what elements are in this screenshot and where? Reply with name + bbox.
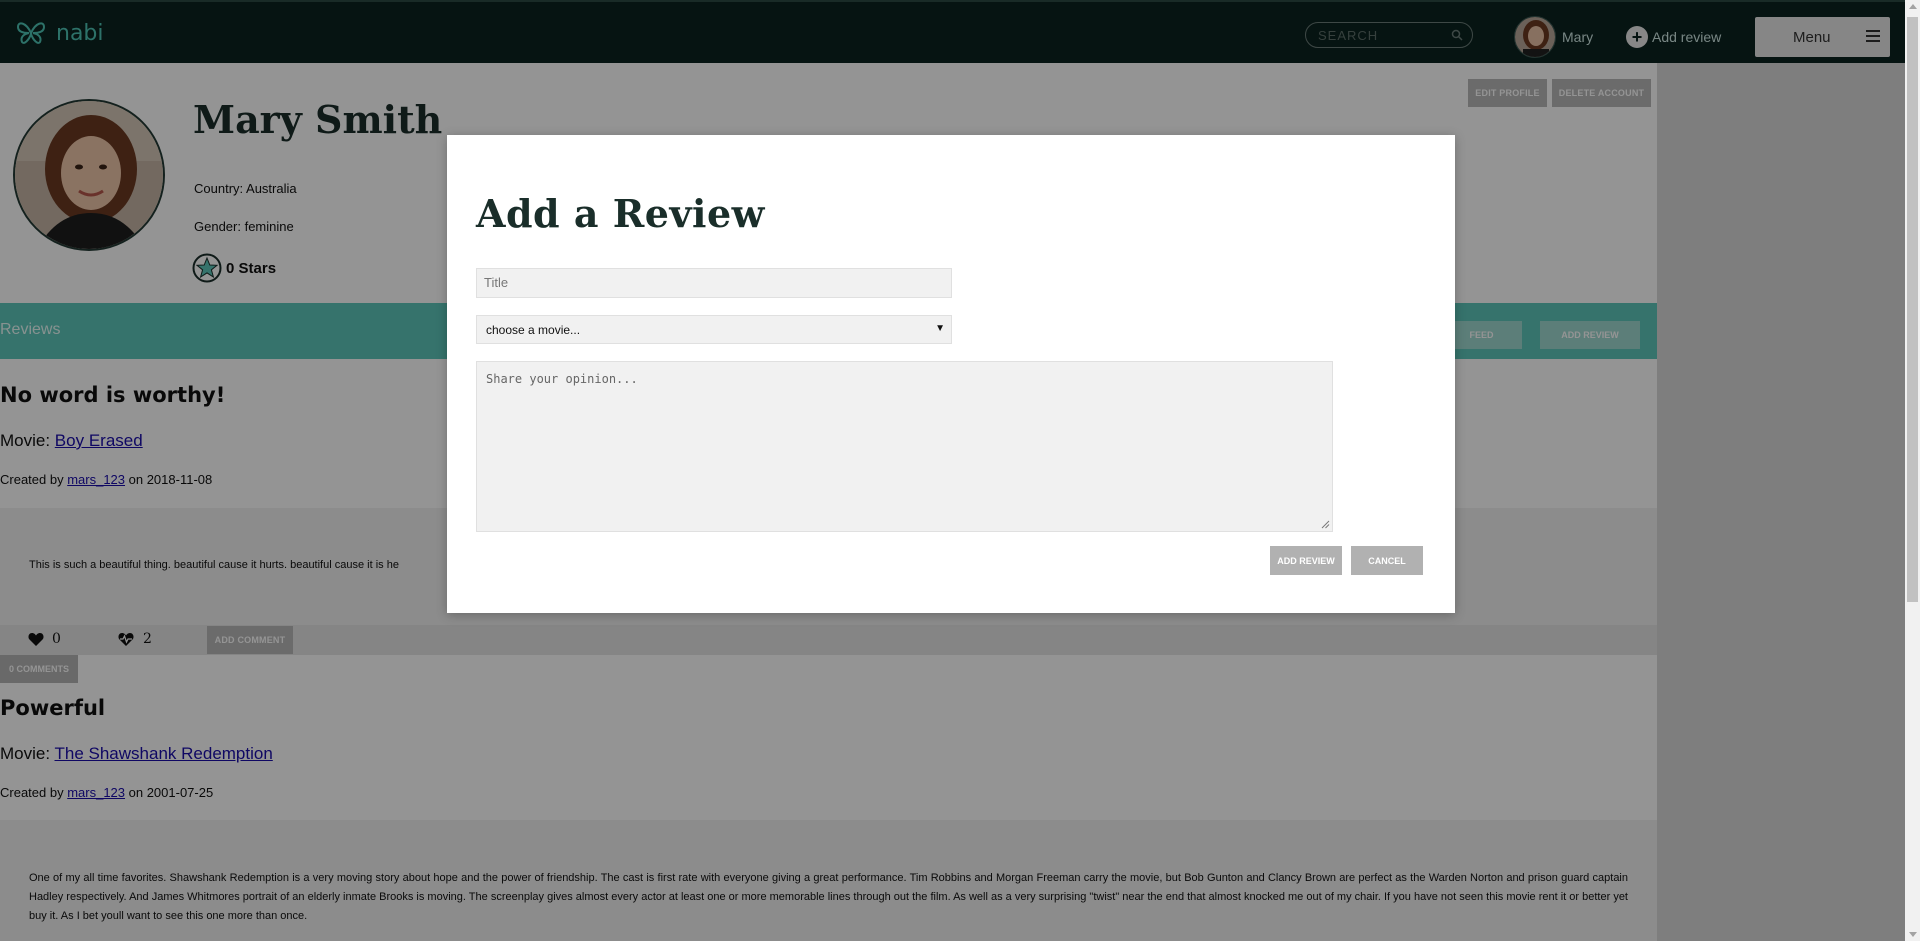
cancel-button[interactable]: CANCEL: [1351, 546, 1423, 575]
movie-select-value: choose a movie...: [486, 323, 581, 337]
scroll-down-arrow-icon[interactable]: [1909, 932, 1917, 937]
scroll-up-arrow-icon[interactable]: [1909, 4, 1917, 9]
page-scrollbar[interactable]: [1905, 0, 1920, 941]
scrollbar-thumb[interactable]: [1907, 17, 1918, 602]
opinion-placeholder: Share your opinion...: [486, 372, 638, 386]
movie-select[interactable]: choose a movie... ▼: [476, 315, 952, 344]
review-title-input[interactable]: Title: [476, 268, 952, 298]
opinion-textarea[interactable]: Share your opinion...: [476, 361, 1333, 532]
resize-grip-icon[interactable]: [1321, 520, 1330, 529]
modal-title: Add a Review: [476, 191, 765, 236]
submit-review-button[interactable]: ADD REVIEW: [1270, 546, 1342, 575]
dropdown-arrow-icon: ▼: [935, 323, 945, 334]
add-review-modal: Add a Review Title choose a movie... ▼ S…: [447, 135, 1455, 613]
